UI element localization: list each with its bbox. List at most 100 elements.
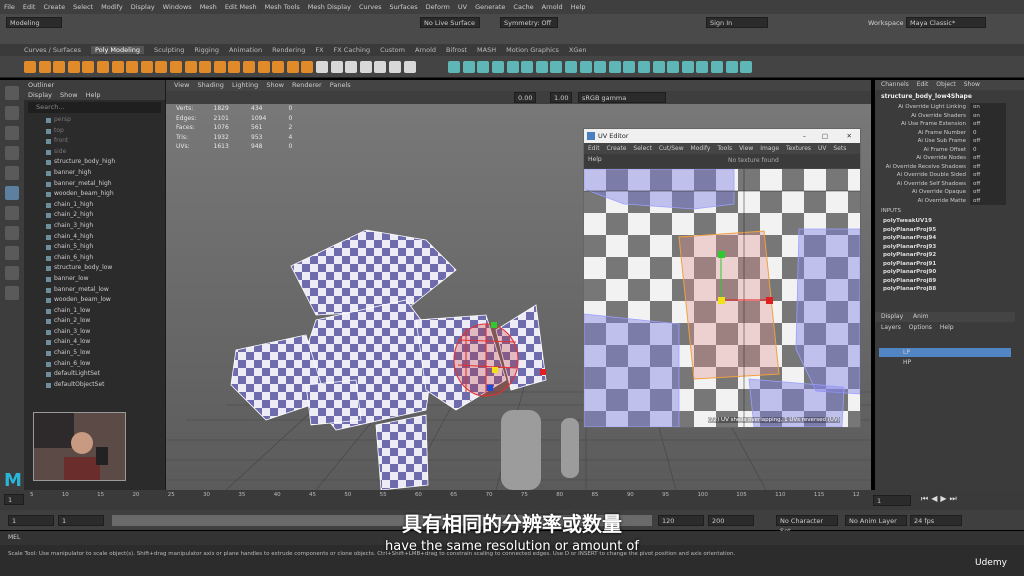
exposure-field[interactable]: 0.00 — [514, 92, 536, 103]
shelf-tab-poly-modeling[interactable]: Poly Modeling — [91, 46, 144, 54]
channel-input-node[interactable]: polyTweakUV19 — [875, 217, 1024, 226]
channel-attr-value[interactable]: on — [970, 111, 1006, 120]
outliner-menu-help[interactable]: Help — [86, 91, 101, 99]
layout-outliner-icon[interactable] — [5, 286, 19, 300]
outliner-item[interactable]: chain_6_low — [24, 359, 165, 370]
outliner-item[interactable]: wooden_beam_low — [24, 295, 165, 306]
outliner-item[interactable]: persp — [24, 115, 165, 126]
outliner-item[interactable]: structure_body_high — [24, 157, 165, 168]
shelf-tool-icon[interactable] — [330, 61, 343, 73]
shelf-tool-icon[interactable] — [725, 61, 738, 73]
shelf-tool-icon[interactable] — [448, 61, 461, 73]
menu-item-mesh-display[interactable]: Mesh Display — [308, 3, 351, 11]
viewport-menu-panels[interactable]: Panels — [330, 81, 351, 89]
menu-item-mesh-tools[interactable]: Mesh Tools — [265, 3, 300, 11]
menu-item-edit[interactable]: Edit — [23, 3, 36, 11]
shelf-tool-icon[interactable] — [228, 61, 241, 73]
shelf-tool-icon[interactable] — [53, 61, 66, 73]
viewport-menu-renderer[interactable]: Renderer — [292, 81, 322, 89]
outliner-item[interactable]: chain_6_high — [24, 253, 165, 264]
viewport-menu-lighting[interactable]: Lighting — [232, 81, 258, 89]
mode-dropdown[interactable]: Modeling — [6, 17, 62, 28]
menu-item-modify[interactable]: Modify — [101, 3, 123, 11]
shelf-tool-icon[interactable] — [170, 61, 182, 73]
uv-menu-image[interactable]: Image — [760, 145, 779, 152]
outliner-item[interactable]: chain_5_high — [24, 242, 165, 253]
outliner-item[interactable]: banner_low — [24, 274, 165, 285]
uv-menu-uv-sets[interactable]: UV Sets — [818, 145, 846, 152]
shelf-tab-sculpting[interactable]: Sculpting — [154, 46, 184, 54]
shelf-tool-icon[interactable] — [359, 61, 372, 73]
channel-attr-value[interactable]: off — [970, 162, 1006, 171]
outliner-search-input[interactable]: Search... — [28, 102, 161, 113]
display-layer-row[interactable]: HP — [879, 358, 1011, 367]
uv-menu-tools[interactable]: Tools — [717, 145, 732, 152]
outliner-item[interactable]: chain_3_high — [24, 221, 165, 232]
workspace-dropdown[interactable]: Maya Classic* — [906, 17, 986, 28]
shelf-tool-icon[interactable] — [126, 61, 139, 73]
channel-attr-value[interactable]: 0 — [970, 128, 1006, 137]
shelf-tool-icon[interactable] — [272, 61, 285, 73]
channel-input-node[interactable]: polyPlanarProj88 — [875, 285, 1024, 294]
menu-item-mesh[interactable]: Mesh — [200, 3, 217, 11]
maximize-icon[interactable]: □ — [822, 129, 828, 143]
menu-item-create[interactable]: Create — [43, 3, 65, 11]
shelf-tool-icon[interactable] — [243, 61, 255, 73]
channel-input-node[interactable]: polyPlanarProj95 — [875, 226, 1024, 235]
shelf-tool-icon[interactable] — [623, 61, 636, 73]
outliner-item[interactable]: banner_high — [24, 168, 165, 179]
layout-four-icon[interactable] — [5, 246, 19, 260]
gamma-field[interactable]: 1.00 — [550, 92, 572, 103]
uv-canvas[interactable]: (72) UV shells overlapping, 1 UVs revers… — [584, 169, 860, 427]
shelf-tool-icon[interactable] — [111, 61, 124, 73]
time-slider[interactable]: 5 10 15 20 25 30 35 40 45 50 55 60 65 70 75 80 85 90 95 100… — [0, 490, 871, 510]
move-tool-icon[interactable] — [5, 146, 19, 160]
outliner-item[interactable]: chain_1_low — [24, 306, 165, 317]
outliner-item[interactable]: chain_1_high — [24, 200, 165, 211]
sign-in-button[interactable]: Sign In — [706, 17, 768, 28]
shelf-tool-icon[interactable] — [740, 61, 753, 73]
rotate-tool-icon[interactable] — [5, 166, 19, 180]
channel-attr-value[interactable]: off — [970, 154, 1006, 163]
menu-item-surfaces[interactable]: Surfaces — [390, 3, 418, 11]
current-time-field[interactable]: 1 — [873, 495, 911, 506]
shelf-tab-xgen[interactable]: XGen — [569, 46, 587, 54]
outliner-item[interactable]: front — [24, 136, 165, 147]
shelf-tool-icon[interactable] — [213, 61, 226, 73]
paint-select-icon[interactable] — [5, 126, 19, 140]
outliner-menu-display[interactable]: Display — [28, 91, 52, 99]
shelf-tool-icon[interactable] — [638, 61, 650, 73]
viewport-menu-show[interactable]: Show — [266, 81, 284, 89]
outliner-item[interactable]: chain_2_high — [24, 210, 165, 221]
shelf-tab-motion-graphics[interactable]: Motion Graphics — [506, 46, 559, 54]
shelf-tool-icon[interactable] — [608, 61, 621, 73]
current-frame[interactable]: 1 — [4, 494, 24, 505]
outliner-item[interactable]: top — [24, 126, 165, 137]
outliner-item[interactable]: chain_3_low — [24, 327, 165, 338]
shelf-tab-rendering[interactable]: Rendering — [272, 46, 305, 54]
uv-menu-create[interactable]: Create — [607, 145, 627, 152]
uv-menu-textures[interactable]: Textures — [786, 145, 811, 152]
outliner-item[interactable]: structure_body_low — [24, 263, 165, 274]
layer-tab-anim[interactable]: Anim — [913, 313, 928, 320]
outliner-item[interactable]: defaultLightSet — [24, 369, 165, 380]
menu-item-uv[interactable]: UV — [458, 3, 467, 11]
lasso-tool-icon[interactable] — [5, 106, 19, 120]
shelf-tool-icon[interactable] — [579, 61, 592, 73]
outliner-menu-show[interactable]: Show — [60, 91, 78, 99]
shelf-tool-icon[interactable] — [492, 61, 504, 73]
shelf-tool-icon[interactable] — [652, 61, 665, 73]
uv-menu-view[interactable]: View — [739, 145, 753, 152]
menu-item-generate[interactable]: Generate — [475, 3, 505, 11]
shelf-tool-icon[interactable] — [696, 61, 709, 73]
layer-tab-display[interactable]: Display — [881, 313, 903, 320]
menu-item-display[interactable]: Display — [131, 3, 155, 11]
channel-attr-value[interactable]: off — [970, 188, 1006, 197]
display-layer-row[interactable]: LP — [879, 348, 1011, 357]
live-surface-dropdown[interactable]: No Live Surface — [420, 17, 480, 28]
channel-attr-value[interactable]: 0 — [970, 145, 1006, 154]
channel-attr-value[interactable]: off — [970, 196, 1006, 205]
select-tool-icon[interactable] — [5, 86, 19, 100]
layer-menu-options[interactable]: Options — [909, 324, 932, 331]
outliner-item[interactable]: chain_4_low — [24, 337, 165, 348]
